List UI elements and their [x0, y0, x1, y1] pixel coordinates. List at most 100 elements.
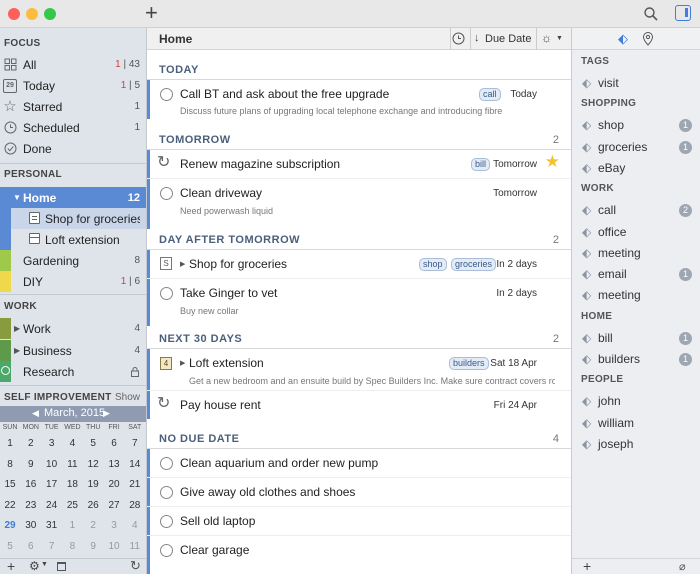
disclosure-triangle-icon[interactable]: ▶: [180, 260, 185, 268]
clock-icon[interactable]: [452, 32, 466, 46]
tag-item[interactable]: ⬖ meeting: [572, 243, 700, 264]
calendar-day[interactable]: 11: [62, 459, 82, 470]
sidebar-item-diy[interactable]: DIY 1 | 6: [0, 271, 146, 292]
sidebar-item-scheduled[interactable]: Scheduled 1: [0, 117, 146, 138]
chevron-down-icon[interactable]: ▼: [41, 561, 48, 568]
repeat-task-icon[interactable]: ↻: [157, 155, 170, 171]
search-icon[interactable]: [644, 7, 658, 21]
calendar-day[interactable]: 6: [21, 541, 41, 552]
sidebar-item-research[interactable]: Research: [0, 361, 146, 382]
disclosure-triangle-icon[interactable]: ▶: [180, 359, 185, 367]
calendar-day[interactable]: 29: [0, 520, 20, 531]
calendar-day[interactable]: 16: [21, 479, 41, 490]
location-pin-icon[interactable]: [642, 32, 654, 46]
calendar-icon[interactable]: [57, 562, 66, 571]
task-checkbox[interactable]: [160, 515, 173, 528]
calendar-day[interactable]: 22: [0, 500, 20, 511]
sort-direction-arrow-icon[interactable]: ↓: [474, 32, 480, 44]
sidebar-item-work[interactable]: ▶ Work 4: [0, 318, 146, 339]
sidebar-item-done[interactable]: Done: [0, 138, 146, 159]
tag-item[interactable]: ⬖ shop 1: [572, 115, 700, 136]
calendar-day[interactable]: 23: [21, 500, 41, 511]
sidebar-item-starred[interactable]: ☆ Starred 1: [0, 96, 146, 117]
close-window-button[interactable]: [8, 8, 20, 20]
task-tag[interactable]: groceries: [451, 258, 497, 271]
calendar-day[interactable]: 4: [125, 520, 145, 531]
calendar-day[interactable]: 6: [104, 438, 124, 449]
task-row[interactable]: Clear garage: [147, 536, 571, 565]
previous-month-arrow-icon[interactable]: ◀: [32, 408, 39, 419]
calendar-day[interactable]: 30: [21, 520, 41, 531]
task-row[interactable]: S ▶ Shop for groceries shop groceries In…: [147, 250, 571, 279]
calendar-day[interactable]: 24: [42, 500, 62, 511]
task-row[interactable]: Sell old laptop: [147, 507, 571, 536]
task-tag[interactable]: call: [479, 88, 501, 101]
calendar-day[interactable]: 1: [0, 438, 20, 449]
task-tag[interactable]: builders: [449, 357, 489, 370]
next-month-arrow-icon[interactable]: ▶: [103, 408, 110, 419]
tag-item[interactable]: ⬖ joseph: [572, 434, 700, 455]
calendar-day[interactable]: 11: [125, 541, 145, 552]
task-row[interactable]: Call BT and ask about the free upgrade D…: [147, 80, 571, 119]
tag-item[interactable]: ⬖ builders 1: [572, 349, 700, 370]
tag-item[interactable]: ⬖ bill 1: [572, 328, 700, 349]
calendar-day[interactable]: 26: [83, 500, 103, 511]
maximize-window-button[interactable]: [44, 8, 56, 20]
sort-by-dropdown[interactable]: Due Date: [485, 33, 531, 45]
calendar-day[interactable]: 5: [83, 438, 103, 449]
sync-icon[interactable]: ↻: [130, 558, 141, 574]
disclosure-triangle-icon[interactable]: ▶: [14, 324, 20, 333]
sidebar-item-home[interactable]: ▼ Home 12: [0, 187, 146, 208]
calendar-day[interactable]: 3: [104, 520, 124, 531]
task-row[interactable]: 4 ▶ Loft extension Get a new bedroom and…: [147, 349, 571, 391]
calendar-day[interactable]: 18: [62, 479, 82, 490]
calendar-day[interactable]: 5: [0, 541, 20, 552]
sidebar-item-loft-extension[interactable]: Loft extension: [0, 229, 146, 250]
calendar-day[interactable]: 10: [42, 459, 62, 470]
task-row[interactable]: Give away old clothes and shoes: [147, 478, 571, 507]
brightness-icon[interactable]: ☼: [541, 31, 552, 45]
task-checkbox[interactable]: [160, 457, 173, 470]
minimize-window-button[interactable]: [26, 8, 38, 20]
tag-item[interactable]: ⬖ meeting: [572, 285, 700, 306]
tag-filter-icon[interactable]: ⬖: [618, 31, 628, 47]
calendar-day[interactable]: 28: [125, 500, 145, 511]
calendar-day[interactable]: 3: [42, 438, 62, 449]
sidebar-item-all[interactable]: All 1 | 43: [0, 54, 146, 75]
sidebar-item-gardening[interactable]: Gardening 8: [0, 250, 146, 271]
task-row[interactable]: Take Ginger to vet Buy new collar In 2 d…: [147, 279, 571, 326]
project-badge-icon[interactable]: 4: [160, 357, 172, 370]
calendar-day[interactable]: 13: [104, 459, 124, 470]
sidebar-item-business[interactable]: ▶ Business 4: [0, 340, 146, 361]
task-row[interactable]: ↻ Renew magazine subscription bill Tomor…: [147, 150, 571, 179]
disclosure-triangle-icon[interactable]: ▼: [13, 193, 21, 202]
toggle-tags-panel-button[interactable]: [675, 5, 691, 21]
calendar-day[interactable]: 1: [62, 520, 82, 531]
calendar-day[interactable]: 19: [83, 479, 103, 490]
task-tag[interactable]: bill: [471, 158, 491, 171]
tag-item[interactable]: ⬖ groceries 1: [572, 137, 700, 158]
repeat-task-icon[interactable]: ↻: [157, 396, 170, 412]
tag-item[interactable]: ⬖ william: [572, 413, 700, 434]
calendar-day[interactable]: 25: [62, 500, 82, 511]
calendar-day[interactable]: 7: [125, 438, 145, 449]
sidebar-item-today[interactable]: 29 Today 1 | 5: [0, 75, 146, 96]
task-checkbox[interactable]: [160, 544, 173, 557]
calendar-day[interactable]: 9: [83, 541, 103, 552]
task-row[interactable]: Clean driveway Need powerwash liquid Tom…: [147, 179, 571, 229]
task-checkbox[interactable]: [160, 486, 173, 499]
chevron-down-icon[interactable]: ▼: [556, 35, 563, 42]
calendar-day[interactable]: 4: [62, 438, 82, 449]
task-row[interactable]: ↻ Pay house rent Fri 24 Apr: [147, 391, 571, 419]
tag-item[interactable]: ⬖ office: [572, 222, 700, 243]
calendar-day[interactable]: 21: [125, 479, 145, 490]
calendar-day[interactable]: 7: [42, 541, 62, 552]
calendar-day[interactable]: 2: [21, 438, 41, 449]
task-checkbox[interactable]: [160, 187, 173, 200]
calendar-day[interactable]: 8: [0, 459, 20, 470]
tag-item[interactable]: ⬖ eBay: [572, 158, 700, 179]
task-row[interactable]: Clean aquarium and order new pump: [147, 449, 571, 478]
calendar-day[interactable]: 17: [42, 479, 62, 490]
checklist-icon[interactable]: S: [160, 257, 172, 270]
hide-eye-icon[interactable]: ⌀: [679, 560, 686, 573]
